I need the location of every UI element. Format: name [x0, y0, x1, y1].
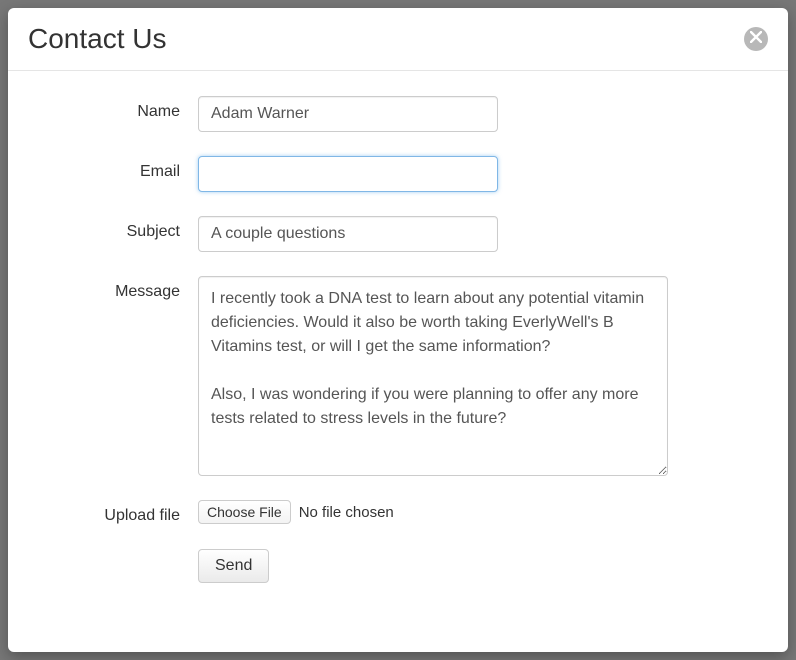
upload-row: Upload file Choose File No file chosen	[48, 500, 718, 525]
subject-label: Subject	[48, 216, 198, 241]
close-icon	[750, 31, 762, 47]
name-row: Name	[48, 96, 718, 132]
email-row: Email	[48, 156, 718, 192]
file-status-text: No file chosen	[299, 504, 394, 521]
contact-modal: Contact Us Name Email Subject Message Up…	[8, 8, 788, 652]
submit-row: Send	[48, 549, 718, 583]
modal-title: Contact Us	[28, 23, 167, 55]
subject-input[interactable]	[198, 216, 498, 252]
close-button[interactable]	[744, 27, 768, 51]
message-row: Message	[48, 276, 718, 476]
upload-label: Upload file	[48, 500, 198, 525]
email-label: Email	[48, 156, 198, 181]
message-textarea[interactable]	[198, 276, 668, 476]
subject-row: Subject	[48, 216, 718, 252]
file-input-group: Choose File No file chosen	[198, 500, 394, 524]
choose-file-button[interactable]: Choose File	[198, 500, 291, 524]
spacer-label	[48, 549, 198, 556]
name-label: Name	[48, 96, 198, 121]
message-label: Message	[48, 276, 198, 301]
send-button[interactable]: Send	[198, 549, 269, 583]
email-input[interactable]	[198, 156, 498, 192]
modal-body: Name Email Subject Message Upload file C…	[8, 71, 788, 652]
name-input[interactable]	[198, 96, 498, 132]
modal-header: Contact Us	[8, 8, 788, 71]
